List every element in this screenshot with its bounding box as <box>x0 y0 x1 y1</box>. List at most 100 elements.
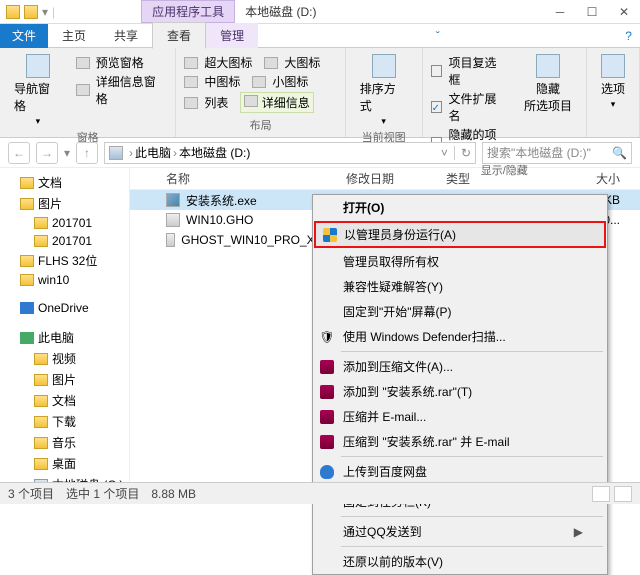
history-dropdown-icon[interactable]: ▾ <box>64 146 70 160</box>
preview-pane-button[interactable]: 预览窗格 <box>76 54 168 71</box>
view-medium[interactable]: 中图标 <box>204 73 240 90</box>
tab-view[interactable]: 查看 <box>152 22 206 49</box>
qat-icon <box>24 5 38 19</box>
back-button[interactable]: ← <box>8 142 30 164</box>
menu-separator <box>341 351 603 352</box>
search-icon: 🔍 <box>612 146 627 160</box>
view-details[interactable]: 详细信息 <box>262 96 310 110</box>
menu-open[interactable]: 打开(O) <box>313 195 607 220</box>
col-type: 类型 <box>438 170 518 187</box>
ribbon-collapse-icon[interactable]: ˇ <box>428 29 448 43</box>
menu-add-archive[interactable]: 添加到压缩文件(A)... <box>313 354 607 379</box>
quick-access-toolbar: ▾ | <box>0 5 61 19</box>
file-extensions-toggle[interactable] <box>431 101 443 113</box>
nav-tree[interactable]: 文档 图片 201701 201701 FLHS 32位 win10 OneDr… <box>0 168 130 488</box>
forward-button[interactable]: → <box>36 142 58 164</box>
tree-desktop[interactable]: 桌面 <box>52 455 76 472</box>
menu-compat[interactable]: 兼容性疑难解答(Y) <box>313 274 607 299</box>
ribbon-group-options: 选项▾ <box>587 48 640 137</box>
tree-201701b[interactable]: 201701 <box>52 234 92 248</box>
view-thumbs-button[interactable] <box>614 486 632 502</box>
tree-music[interactable]: 音乐 <box>52 434 76 451</box>
rar-icon <box>320 385 334 399</box>
ribbon-group-current-view: 排序方式 ▾ 当前视图 <box>346 48 423 137</box>
menu-pin-start[interactable]: 固定到"开始"屏幕(P) <box>313 299 607 324</box>
tree-down[interactable]: 下载 <box>52 413 76 430</box>
submenu-arrow-icon: ▶ <box>574 525 583 539</box>
menu-baidu[interactable]: 上传到百度网盘 <box>313 459 607 484</box>
tree-pics[interactable]: 图片 <box>38 195 62 212</box>
view-extra-large[interactable]: 超大图标 <box>204 54 252 71</box>
breadcrumb-drive[interactable]: 本地磁盘 (D:) <box>179 144 250 161</box>
defender-icon: 🛡 <box>319 329 335 345</box>
col-size: 大小 <box>518 170 640 187</box>
refresh-icon[interactable]: ↻ <box>454 146 471 160</box>
address-dropdown-icon[interactable]: ˅ <box>441 146 448 160</box>
rar-icon <box>320 360 334 374</box>
cloud-icon <box>320 465 334 479</box>
details-pane-button[interactable]: 详细信息窗格 <box>76 73 168 107</box>
help-icon[interactable]: ? <box>617 29 640 43</box>
tree-thispc[interactable]: 此电脑 <box>38 329 74 346</box>
col-modified: 修改日期 <box>338 170 438 187</box>
minimize-button[interactable]: ─ <box>544 2 576 22</box>
drive-icon <box>109 146 123 160</box>
menu-send-qq[interactable]: 通过QQ发送到▶ <box>313 519 607 544</box>
tab-home[interactable]: 主页 <box>48 23 100 48</box>
menu-compress-email[interactable]: 压缩并 E-mail... <box>313 404 607 429</box>
tree-201701a[interactable]: 201701 <box>52 216 92 230</box>
title-bar: ▾ | 应用程序工具 本地磁盘 (D:) ─ ☐ ✕ <box>0 0 640 24</box>
folder-icon <box>6 5 20 19</box>
tree-pics2[interactable]: 图片 <box>52 371 76 388</box>
tree-onedrive[interactable]: OneDrive <box>38 301 89 315</box>
options-button[interactable]: 选项▾ <box>595 52 631 112</box>
maximize-button[interactable]: ☐ <box>576 2 608 22</box>
item-checkboxes-toggle[interactable] <box>431 65 443 77</box>
menu-separator <box>341 546 603 547</box>
column-headers[interactable]: 名称 修改日期 类型 大小 <box>130 168 640 190</box>
ribbon-group-panes: 导航窗格 ▾ 预览窗格 详细信息窗格 窗格 <box>0 48 176 137</box>
status-count: 3 个项目 <box>8 485 54 502</box>
menu-defender[interactable]: 🛡使用 Windows Defender扫描... <box>313 324 607 349</box>
view-small[interactable]: 小图标 <box>272 73 308 90</box>
tab-file[interactable]: 文件 <box>0 24 48 48</box>
view-list[interactable]: 列表 <box>204 94 228 111</box>
menu-take-ownership[interactable]: 管理员取得所有权 <box>313 249 607 274</box>
address-bar[interactable]: ›此电脑›本地磁盘 (D:) ˅ ↻ <box>104 142 476 164</box>
gho-icon <box>166 213 180 227</box>
breadcrumb-thispc[interactable]: 此电脑 <box>135 144 171 161</box>
context-menu: 打开(O) 以管理员身份运行(A) 管理员取得所有权 兼容性疑难解答(Y) 固定… <box>312 194 608 575</box>
shield-icon <box>323 228 337 242</box>
tab-share[interactable]: 共享 <box>100 23 152 48</box>
status-size: 8.88 MB <box>151 487 196 501</box>
ribbon-tabs: 文件 主页 共享 查看 管理 ˇ ? <box>0 24 640 48</box>
exe-icon <box>166 193 180 207</box>
menu-restore[interactable]: 还原以前的版本(V) <box>313 549 607 574</box>
view-details-button[interactable] <box>592 486 610 502</box>
view-large[interactable]: 大图标 <box>284 54 320 71</box>
col-name: 名称 <box>158 170 338 187</box>
ribbon-group-show-hide: 项目复选框 文件扩展名 隐藏的项目 隐藏 所选项目 显示/隐藏 <box>423 48 587 137</box>
group-label-layout: 布局 <box>184 117 336 133</box>
divider: | <box>52 5 55 19</box>
up-button[interactable]: ↑ <box>76 142 98 164</box>
tree-video[interactable]: 视频 <box>52 350 76 367</box>
tree-docs[interactable]: 文档 <box>38 174 62 191</box>
tree-flhs[interactable]: FLHS 32位 <box>38 252 97 269</box>
menu-compress-rar-email[interactable]: 压缩到 "安装系统.rar" 并 E-mail <box>313 429 607 454</box>
ribbon-group-layout: 超大图标 大图标 中图标 小图标 列表 详细信息 布局 <box>176 48 345 137</box>
ribbon: 导航窗格 ▾ 预览窗格 详细信息窗格 窗格 超大图标 大图标 中图标 小图标 列表 … <box>0 48 640 138</box>
tree-docs2[interactable]: 文档 <box>52 392 76 409</box>
status-selected: 选中 1 个项目 <box>66 485 139 502</box>
close-button[interactable]: ✕ <box>608 2 640 22</box>
menu-run-as-admin[interactable]: 以管理员身份运行(A) <box>314 221 606 248</box>
tab-manage[interactable]: 管理 <box>206 23 258 48</box>
tree-win10[interactable]: win10 <box>38 273 69 287</box>
context-tab-apptools[interactable]: 应用程序工具 <box>141 0 235 23</box>
nav-pane-button[interactable]: 导航窗格 ▾ <box>8 52 68 129</box>
menu-add-rar[interactable]: 添加到 "安装系统.rar"(T) <box>313 379 607 404</box>
qat-dropdown-icon[interactable]: ▾ <box>42 5 48 19</box>
search-input[interactable]: 搜索"本地磁盘 (D:)" 🔍 <box>482 142 632 164</box>
sort-by-button[interactable]: 排序方式 ▾ <box>354 52 414 129</box>
rar-icon <box>320 435 334 449</box>
